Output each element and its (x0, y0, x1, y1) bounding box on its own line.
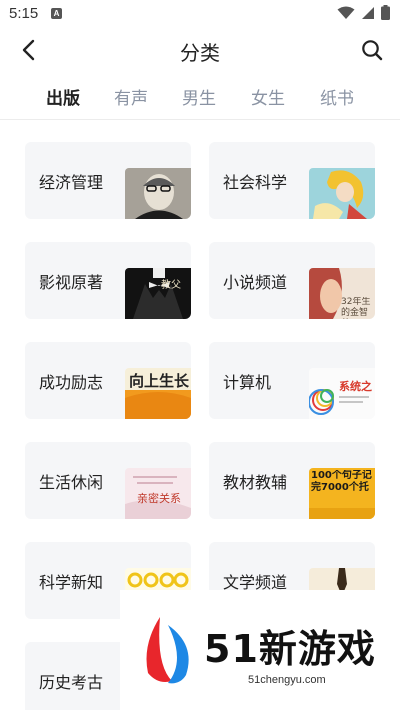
book-cover: 系统之 (309, 368, 375, 419)
cover-title: 32年生的金智英 (341, 297, 371, 318)
category-card-social-science[interactable]: 社会科学 (209, 142, 375, 219)
book-cover: 32年生的金智英 (309, 268, 375, 319)
book-cover: 教父 (125, 268, 191, 319)
cover-title: 向上生长 (129, 372, 190, 390)
status-icons (337, 4, 390, 24)
watermark-logo (142, 615, 196, 685)
app-header: 分类 (0, 28, 400, 74)
cover-title: 亲密关系 (137, 492, 181, 505)
category-card-lifestyle[interactable]: 生活休闲 亲密关系 (25, 442, 191, 519)
notification-icon: A (51, 8, 62, 19)
category-label: 小说频道 (223, 273, 288, 292)
category-card-film-adaptation[interactable]: 影视原著 教父 (25, 242, 191, 319)
watermark-overlay: 51新游戏 51chengyu.com (120, 590, 400, 710)
watermark-url: 51chengyu.com (248, 674, 326, 686)
category-label: 成功励志 (39, 373, 104, 392)
book-cover: 向上生长 (125, 368, 191, 419)
search-button[interactable] (358, 38, 386, 66)
wifi-icon (337, 5, 355, 24)
category-label: 计算机 (223, 373, 272, 392)
book-cover (125, 168, 191, 219)
search-icon (361, 39, 383, 65)
tabs-divider (0, 119, 400, 120)
category-card-success[interactable]: 成功励志 向上生长 (25, 342, 191, 419)
tab-female[interactable]: 女生 (251, 84, 285, 109)
watermark-brand: 51新游戏 (204, 627, 376, 671)
cover-title: 系统之 (339, 380, 372, 393)
category-tabs: 出版 有声 男生 女生 纸书 (0, 84, 400, 114)
tab-male[interactable]: 男生 (182, 84, 216, 109)
page-title: 分类 (180, 41, 220, 65)
book-cover: 亲密关系 (125, 468, 191, 519)
status-bar: 5:15 A (0, 0, 400, 28)
category-label: 教材教辅 (223, 473, 288, 492)
category-label: 科学新知 (39, 573, 104, 592)
category-label: 经济管理 (39, 173, 104, 192)
cover-title: 教父 (161, 280, 181, 291)
category-label: 社会科学 (223, 173, 288, 192)
tab-paper-book[interactable]: 纸书 (320, 84, 354, 109)
category-label: 生活休闲 (39, 473, 104, 492)
book-cover: 100个句子记完7000个托 (309, 468, 375, 519)
category-card-textbooks[interactable]: 教材教辅 100个句子记完7000个托 (209, 442, 375, 519)
battery-icon (381, 4, 390, 24)
category-card-computer[interactable]: 计算机 系统之 (209, 342, 375, 419)
book-cover (309, 168, 375, 219)
category-label: 影视原著 (39, 273, 104, 292)
tab-publishing[interactable]: 出版 (46, 84, 80, 109)
category-label: 历史考古 (39, 673, 104, 692)
cover-title: 100个句子记完7000个托 (311, 470, 372, 493)
signal-icon (361, 5, 375, 24)
category-card-economics[interactable]: 经济管理 (25, 142, 191, 219)
status-time: 5:15 (9, 5, 39, 22)
category-card-novels[interactable]: 小说频道 32年生的金智英 (209, 242, 375, 319)
tab-audio[interactable]: 有声 (114, 84, 148, 109)
